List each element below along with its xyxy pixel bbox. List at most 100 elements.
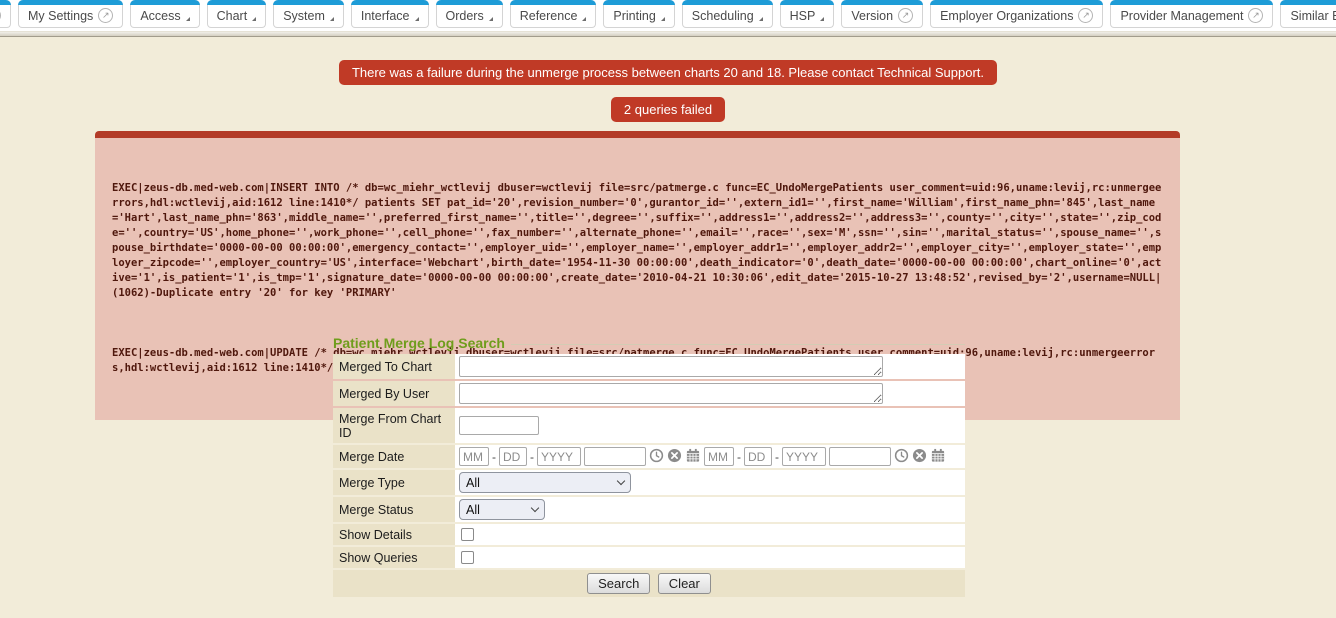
calendar-icon[interactable] [685,448,701,466]
merge-status-select[interactable]: All [459,499,545,520]
menu-corner-icon [252,17,256,21]
merge-date-end-year-input[interactable] [782,447,826,466]
date-separator: - [530,450,534,464]
form-legend: Patient Merge Log Search [333,335,965,351]
tab-label: Similar Exposure Groups (SEGs) [1290,9,1336,23]
menu-corner-icon [820,17,824,21]
merge-from-chart-id-label: Merge From Chart ID [333,408,455,443]
tab-label: Chart [217,9,248,23]
tab-label: Printing [613,9,655,23]
merge-from-chart-id-input[interactable] [459,416,539,435]
clock-icon[interactable] [894,448,909,466]
show-details-label: Show Details [333,524,455,545]
tab-interface[interactable]: Interface [351,0,429,28]
tab-hsp[interactable]: HSP [780,0,835,28]
external-link-icon[interactable] [898,8,913,23]
merged-to-chart-input[interactable] [459,356,883,377]
clock-icon[interactable] [649,448,664,466]
tab-printing[interactable]: Printing [603,0,674,28]
clear-button[interactable]: Clear [658,573,711,594]
tab-my-settings[interactable]: My Settings [18,0,123,28]
unmerge-failure-banner: There was a failure during the unmerge p… [339,60,997,85]
tab-reference[interactable]: Reference [510,0,597,28]
sql-query-1: EXEC|zeus-db.med-web.com|INSERT INTO /* … [112,181,1163,301]
external-link-icon[interactable] [98,8,113,23]
form-buttons-row: Search Clear [333,570,965,597]
menu-corner-icon [661,17,665,21]
tab-employer-organizations[interactable]: Employer Organizations [930,0,1103,28]
row-merge-date: Merge Date - - - - [333,445,965,468]
tab-orders[interactable]: Orders [436,0,503,28]
merge-type-label: Merge Type [333,470,455,495]
patient-merge-log-search-form: Patient Merge Log Search Merged To Chart… [333,335,965,597]
tab-provider-management[interactable]: Provider Management [1110,0,1273,28]
tab-version[interactable]: Version [841,0,923,28]
row-merge-type: Merge Type All [333,470,965,495]
external-link-icon [0,8,1,23]
tab-scheduling[interactable]: Scheduling [682,0,773,28]
merged-to-chart-label: Merged To Chart [333,354,455,379]
row-merged-to-chart: Merged To Chart [333,354,965,379]
menu-corner-icon [582,17,586,21]
date-separator: - [492,450,496,464]
merge-date-start-day-input[interactable] [499,447,527,466]
row-merged-by-user: Merged By User [333,381,965,406]
tab-access[interactable]: Access [130,0,199,28]
row-show-details: Show Details [333,524,965,545]
tab-label: My Settings [28,9,93,23]
merged-by-user-label: Merged By User [333,381,455,406]
sql-log-top-bar [95,131,1180,138]
merge-date-end-day-input[interactable] [744,447,772,466]
tab-label: HSP [790,9,816,23]
row-show-queries: Show Queries [333,547,965,568]
tab-label: Provider Management [1120,9,1243,23]
top-navigation: My Settings Access Chart System Interfac… [0,0,1336,37]
menu-corner-icon [330,17,334,21]
show-queries-checkbox[interactable] [461,551,474,564]
merged-by-user-input[interactable] [459,383,883,404]
search-button[interactable]: Search [587,573,650,594]
menu-corner-icon [186,17,190,21]
tab-bar: My Settings Access Chart System Interfac… [0,0,1336,31]
menu-corner-icon [759,17,763,21]
date-separator: - [737,450,741,464]
clear-date-icon[interactable] [667,448,682,466]
tab-label: Interface [361,9,410,23]
calendar-icon[interactable] [930,448,946,466]
merge-date-start-time-input[interactable] [584,447,646,466]
show-queries-label: Show Queries [333,547,455,568]
external-link-icon[interactable] [1078,8,1093,23]
menu-corner-icon [415,17,419,21]
clear-date-icon[interactable] [912,448,927,466]
merge-date-start-year-input[interactable] [537,447,581,466]
tab-label: Employer Organizations [940,9,1073,23]
tabbar-divider [0,31,1336,37]
tab-label: Access [140,9,180,23]
show-details-checkbox[interactable] [461,528,474,541]
queries-failed-badge: 2 queries failed [611,97,725,122]
merge-date-label: Merge Date [333,445,455,468]
external-link-icon[interactable] [1248,8,1263,23]
merge-date-end-time-input[interactable] [829,447,891,466]
row-merge-from-chart-id: Merge From Chart ID [333,408,965,443]
tab-label: Version [851,9,893,23]
legend-line [511,344,965,345]
tab-label: System [283,9,325,23]
tab-chart[interactable]: Chart [207,0,267,28]
form-title: Patient Merge Log Search [333,335,505,351]
row-merge-status: Merge Status All [333,497,965,522]
date-separator: - [775,450,779,464]
alert-row: There was a failure during the unmerge p… [0,60,1336,85]
merge-status-label: Merge Status [333,497,455,522]
tab-partial[interactable] [0,0,11,28]
tab-system[interactable]: System [273,0,344,28]
merge-type-select[interactable]: All [459,472,631,493]
menu-corner-icon [489,17,493,21]
tab-similar-exposure-groups[interactable]: Similar Exposure Groups (SEGs) [1280,0,1336,28]
tab-label: Scheduling [692,9,754,23]
tab-label: Orders [446,9,484,23]
tab-label: Reference [520,9,578,23]
badge-row: 2 queries failed [0,97,1336,122]
merge-date-end-month-input[interactable] [704,447,734,466]
merge-date-start-month-input[interactable] [459,447,489,466]
